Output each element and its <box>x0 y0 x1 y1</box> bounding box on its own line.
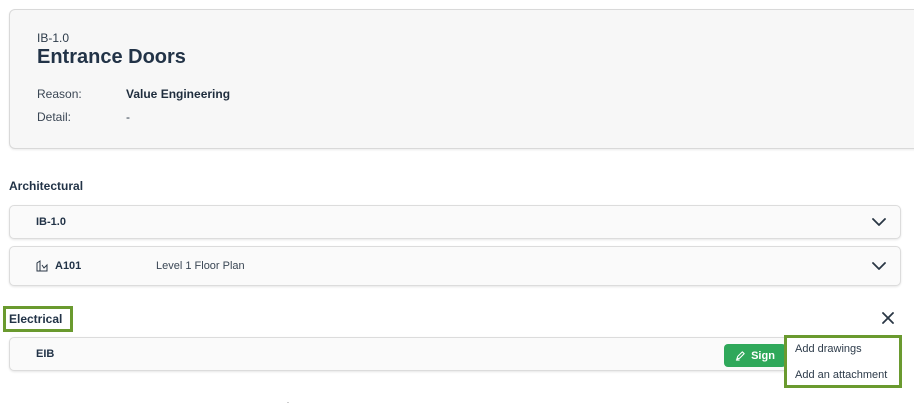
row-code: A101 <box>55 260 82 272</box>
pen-icon <box>735 351 745 361</box>
add-menu: Add drawings Add an attachment <box>784 335 902 388</box>
divider-mark <box>287 402 289 403</box>
item-header-card: IB-1.0 Entrance Doors Reason: Value Engi… <box>9 9 914 149</box>
list-item[interactable]: IB-1.0 <box>9 205 901 239</box>
row-code: IB-1.0 <box>36 216 66 228</box>
section-heading-architectural: Architectural <box>9 179 84 193</box>
reason-value: Value Engineering <box>126 87 231 101</box>
row-description: Level 1 Floor Plan <box>156 260 245 272</box>
detail-label: Detail: <box>37 110 72 124</box>
chevron-down-icon[interactable] <box>872 261 886 271</box>
sign-button-label: Sign <box>751 349 775 362</box>
reason-label: Reason: <box>37 87 82 101</box>
close-icon[interactable] <box>880 310 896 326</box>
drawing-icon <box>36 260 48 272</box>
row-code: EIB <box>36 348 55 360</box>
menu-item-add-drawings[interactable]: Add drawings <box>795 343 862 355</box>
menu-item-add-attachment[interactable]: Add an attachment <box>795 369 887 381</box>
chevron-down-icon[interactable] <box>872 217 886 227</box>
detail-value: - <box>126 110 130 124</box>
list-item[interactable]: A101 Level 1 Floor Plan <box>9 246 901 286</box>
sign-button[interactable]: Sign <box>724 344 786 367</box>
item-title: Entrance Doors <box>37 46 186 68</box>
item-code: IB-1.0 <box>37 31 70 45</box>
section-heading-electrical: Electrical <box>9 312 63 326</box>
